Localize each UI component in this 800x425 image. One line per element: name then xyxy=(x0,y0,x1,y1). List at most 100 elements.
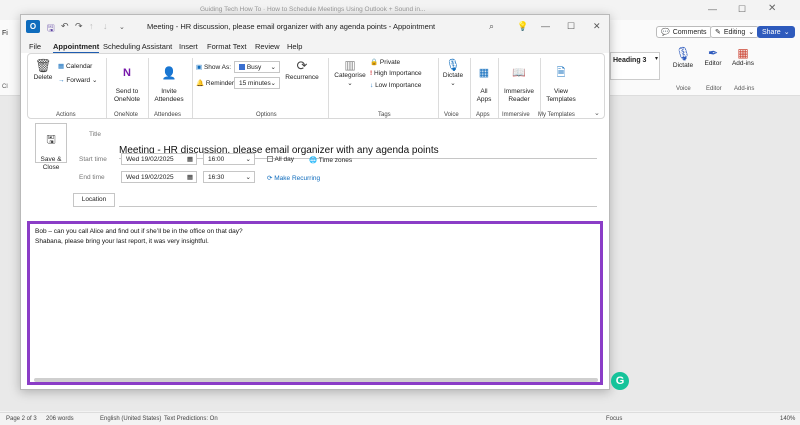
recurrence-icon: ⟳ xyxy=(296,58,308,73)
categorise-button[interactable]: ▥ Categorise ⌄ xyxy=(332,58,368,87)
grammarly-icon[interactable]: G xyxy=(611,372,629,390)
forward-button[interactable]: → Forward ⌄ xyxy=(58,76,97,84)
save-icon[interactable]: 🖫 xyxy=(47,21,55,37)
close-icon[interactable]: ✕ xyxy=(768,3,776,14)
maximize-icon[interactable]: ☐ xyxy=(567,21,575,32)
chevron-down-icon: ⌄ xyxy=(347,80,353,87)
low-importance-button[interactable]: ↓ Low Importance xyxy=(370,82,421,89)
apps-group-label: Apps xyxy=(476,112,490,118)
immersive-reader-button[interactable]: 📖 Immersive Reader xyxy=(500,58,538,112)
share-button[interactable]: Share ⌄ xyxy=(757,26,795,38)
tab-review[interactable]: Review xyxy=(255,42,280,51)
search-icon[interactable]: ⌕ xyxy=(489,21,494,32)
up-arrow-icon[interactable]: ↑ xyxy=(89,21,94,31)
recurrence-button[interactable]: ⟳ Recurrence xyxy=(284,58,320,81)
chevron-down-icon: ⌄ xyxy=(748,29,755,36)
appointment-ribbon: 🗑 Delete ▦ Calendar → Forward ⌄ Actions … xyxy=(27,53,605,119)
word-count[interactable]: 206 words xyxy=(46,416,74,422)
private-button[interactable]: 🔒 Private xyxy=(370,58,400,66)
lock-icon: 🔒 xyxy=(370,59,379,66)
location-underline xyxy=(119,206,597,207)
undo-icon[interactable]: ↶ xyxy=(61,21,69,32)
onenote-icon: N xyxy=(123,67,131,79)
tab-format-text[interactable]: Format Text xyxy=(207,42,246,51)
reminder-select[interactable]: 15 minutes ⌄ xyxy=(234,77,280,89)
tab-help[interactable]: Help xyxy=(287,42,302,51)
start-time-input[interactable]: 16:00 ⌄ xyxy=(203,153,255,165)
dictate-bg-button[interactable]: 🎙 Dictate xyxy=(672,46,694,69)
end-time-input[interactable]: 16:30 ⌄ xyxy=(203,171,255,183)
busy-color-icon xyxy=(239,64,245,71)
notes-body[interactable]: Bob – can you call Alice and find out if… xyxy=(27,221,603,385)
file-tab-fragment[interactable]: Fi xyxy=(2,30,8,37)
show-as-select[interactable]: Busy ⌄ xyxy=(234,61,280,73)
customize-qat-icon[interactable]: ⌄ xyxy=(119,23,125,31)
status-bar: Page 2 of 3 206 words English (United St… xyxy=(0,412,800,425)
calendar-dropdown-icon: ▦ xyxy=(186,174,193,181)
invite-attendees-button[interactable]: 👤 Invite Attendees xyxy=(152,58,186,112)
voice-group-label: Voice xyxy=(676,86,691,92)
outlook-app-icon: O xyxy=(26,20,40,33)
calendar-button[interactable]: ▦ Calendar xyxy=(58,62,92,70)
chevron-down-icon: ⌄ xyxy=(245,174,251,181)
window-title: Meeting - HR discussion, please email or… xyxy=(147,22,436,31)
text-predictions[interactable]: Text Predictions: On xyxy=(164,416,218,422)
all-apps-button[interactable]: ▦ All Apps xyxy=(472,58,496,112)
start-date-input[interactable]: Wed 19/02/2025 ▦ xyxy=(121,153,197,165)
tab-file[interactable]: File xyxy=(29,42,41,51)
group-separator xyxy=(328,58,329,118)
recurrence-icon: ⟳ xyxy=(267,175,273,182)
make-recurring-button[interactable]: ⟳ Make Recurring xyxy=(267,174,320,182)
focus-button[interactable]: Focus xyxy=(606,416,622,422)
title-label: Title xyxy=(89,131,102,138)
chevron-down-icon: ⌄ xyxy=(91,77,98,84)
save-close-button[interactable]: 🖫 Save & Close xyxy=(35,123,67,171)
reminder-label: 🔔 Reminder: xyxy=(196,80,236,87)
maximize-icon[interactable]: ☐ xyxy=(738,4,746,15)
language-status[interactable]: English (United States) xyxy=(100,416,161,422)
collapse-ribbon-icon[interactable]: ⌄ xyxy=(594,109,600,117)
comments-button[interactable]: 💬 Comments xyxy=(656,26,712,38)
chevron-down-icon: ⌄ xyxy=(245,156,251,163)
minimize-icon[interactable]: — xyxy=(541,21,550,31)
horizontal-scrollbar[interactable] xyxy=(34,378,598,382)
appointment-form: 🖫 Save & Close Title Meeting - HR discus… xyxy=(27,123,605,387)
zoom-level[interactable]: 140% xyxy=(780,416,795,422)
style-gallery[interactable]: Heading 3 ▾ xyxy=(610,52,660,80)
down-arrow-icon[interactable]: ↓ xyxy=(103,21,108,31)
page-count[interactable]: Page 2 of 3 xyxy=(6,416,37,422)
view-templates-button[interactable]: 🗎 View Templates xyxy=(542,58,580,112)
send-to-onenote-button[interactable]: N Send to OneNote xyxy=(110,58,144,112)
high-importance-button[interactable]: ! High Importance xyxy=(370,70,422,77)
chevron-down-icon: ⌄ xyxy=(450,80,456,87)
redo-icon[interactable]: ↷ xyxy=(75,21,83,32)
heading-style[interactable]: Heading 3 xyxy=(613,57,646,64)
checkbox-icon xyxy=(267,156,273,163)
lightbulb-icon[interactable]: 💡 xyxy=(517,21,528,32)
minimize-icon[interactable]: — xyxy=(708,4,717,14)
tab-scheduling-assistant[interactable]: Scheduling Assistant xyxy=(103,42,172,51)
chevron-down-icon[interactable]: ▾ xyxy=(655,55,658,62)
down-arrow-icon: ↓ xyxy=(370,82,374,89)
time-zones-button[interactable]: 🌐 Time zones xyxy=(309,156,352,164)
calendar-dropdown-icon: ▦ xyxy=(186,156,193,163)
group-separator xyxy=(192,58,193,118)
options-group-label: Options xyxy=(256,112,277,118)
dictate-button[interactable]: 🎙 Dictate ⌄ xyxy=(440,58,466,87)
comment-icon: 💬 xyxy=(661,29,670,36)
clipboard-fragment: Cl xyxy=(2,84,8,90)
notes-line: Shabana, please bring your last report, … xyxy=(35,238,209,245)
end-date-input[interactable]: Wed 19/02/2025 ▦ xyxy=(121,171,197,183)
apps-grid-icon: ▦ xyxy=(478,67,490,79)
tab-insert[interactable]: Insert xyxy=(179,42,198,51)
addins-bg-button[interactable]: ▦ Add-ins xyxy=(730,46,756,67)
editing-button[interactable]: ✎ Editing ⌄ xyxy=(710,26,760,38)
editor-bg-button[interactable]: ✒ Editor xyxy=(702,46,724,67)
tags-group-label: Tags xyxy=(378,112,391,118)
all-day-checkbox[interactable]: All day xyxy=(267,156,294,163)
delete-button[interactable]: 🗑 Delete xyxy=(32,58,54,81)
close-icon[interactable]: ✕ xyxy=(593,21,601,32)
location-button[interactable]: Location xyxy=(73,193,115,207)
ribbon-tabs: File Appointment Scheduling Assistant In… xyxy=(21,39,609,54)
group-separator xyxy=(498,58,499,118)
